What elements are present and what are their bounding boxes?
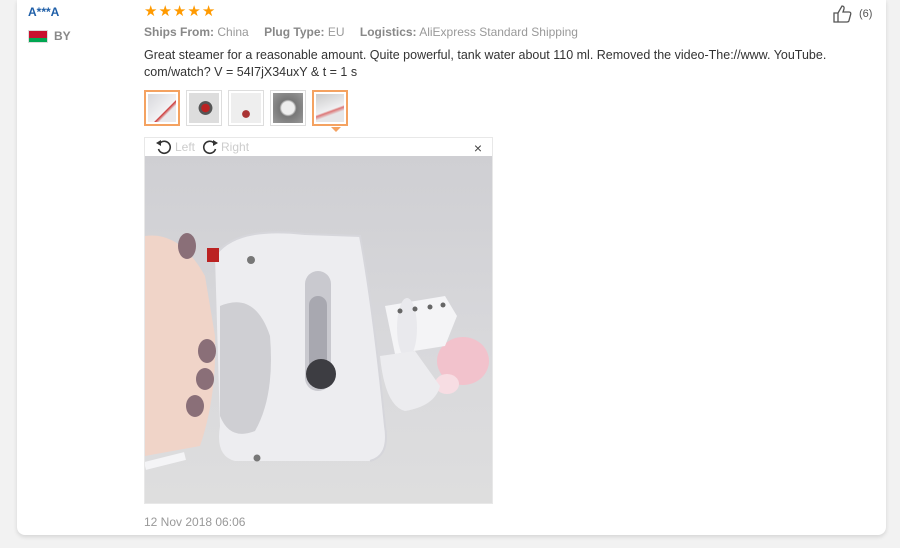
rotate-left-icon (156, 140, 172, 155)
rotate-left-button[interactable]: Left (155, 139, 195, 155)
star-icon: ★ (158, 3, 172, 20)
close-icon[interactable]: × (474, 140, 482, 156)
review-thumbnail-5[interactable] (312, 90, 348, 126)
rotate-right-button[interactable]: Right (201, 139, 249, 155)
review-thumbnail-1[interactable] (144, 90, 180, 126)
star-icon: ★ (144, 3, 158, 20)
review-thumbnail-4[interactable] (270, 90, 306, 126)
selected-thumbnail-pointer (331, 127, 341, 132)
helpful-button[interactable]: (6) (832, 4, 872, 24)
reviewer-country: BY (28, 29, 71, 43)
star-icon: ★ (201, 3, 216, 20)
belarus-flag-icon (28, 29, 48, 43)
logistics-label: Logistics: (359, 25, 417, 39)
review-date: 12 Nov 2018 06:06 (144, 515, 246, 529)
review-meta: Ships From: China Plug Type: EU Logistic… (144, 25, 590, 39)
rating-stars: ★ ★ ★ ★ ★ (144, 4, 215, 20)
review-thumbnail-3[interactable] (228, 90, 264, 126)
ships-from-label: Ships From: (144, 25, 215, 39)
image-viewer: Left Right × (144, 137, 493, 504)
ships-from-value: China (217, 25, 249, 39)
logistics-value: AliExpress Standard Shipping (419, 25, 578, 39)
rotate-right-icon (202, 140, 219, 155)
thumbs-up-icon (833, 5, 852, 23)
plug-type-label: Plug Type: (264, 25, 325, 39)
rotate-left-label: Left (175, 140, 196, 154)
review-thumbnails (144, 90, 348, 126)
country-code: BY (54, 29, 71, 43)
star-icon: ★ (172, 3, 187, 20)
star-icon: ★ (187, 3, 201, 20)
review-thumbnail-2[interactable] (186, 90, 222, 126)
helpful-count: (6) (859, 8, 873, 20)
steamer-photo-illustration (145, 231, 489, 470)
reviewer-name[interactable]: A***A (28, 5, 59, 19)
rotate-right-label: Right (221, 140, 250, 154)
plug-type-value: EU (327, 25, 345, 39)
review-text: Great steamer for a reasonable amount. Q… (144, 48, 827, 79)
review-photo[interactable] (145, 156, 492, 503)
viewer-toolbar: Left Right (155, 138, 249, 156)
